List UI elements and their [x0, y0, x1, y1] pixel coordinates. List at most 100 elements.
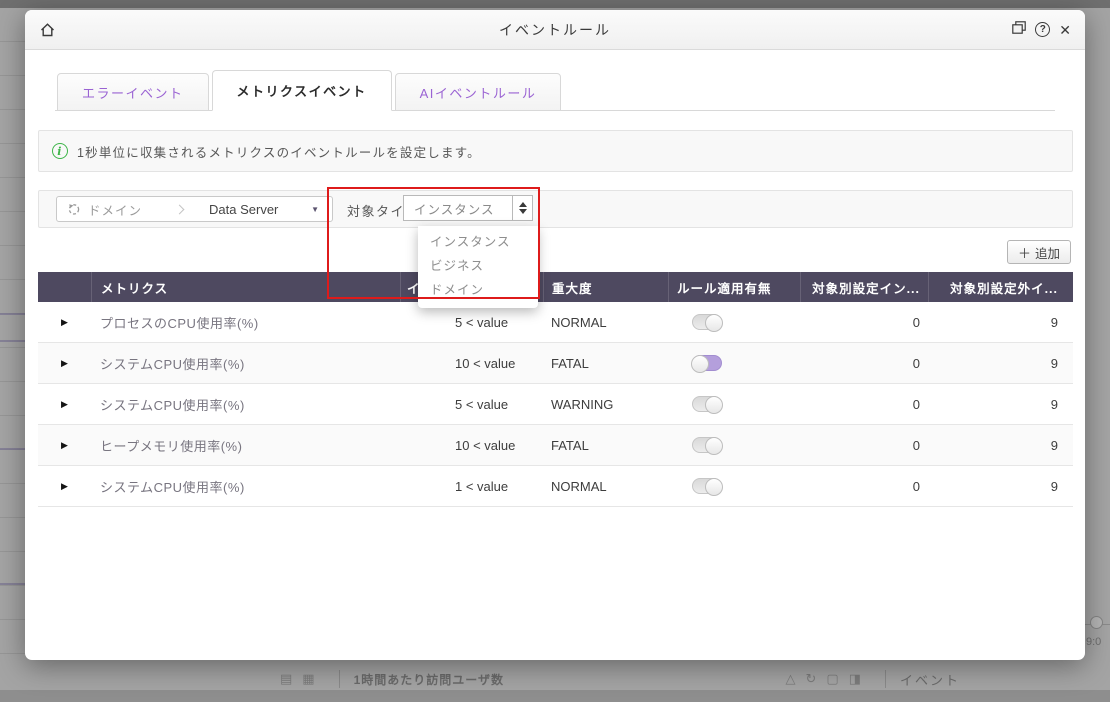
row-expand-icon[interactable]: ▶ [61, 481, 68, 492]
backdrop-event-label: イベント [900, 670, 960, 689]
domain-label: ドメイン [88, 200, 142, 219]
tab-ai-event-rule[interactable]: AIイベントルール [395, 73, 562, 111]
target-type-value: インスタンス [404, 199, 512, 218]
dropdown-option-domain[interactable]: ドメイン [418, 278, 538, 302]
backdrop-chart-line [0, 313, 25, 315]
column-header-target-in: 対象別設定イン... [800, 272, 928, 302]
spinner-up-icon [519, 202, 527, 207]
domain-icon [67, 202, 81, 216]
breadcrumb-chevron-icon [175, 204, 185, 214]
column-header-target-out: 対象別設定外イ... [928, 272, 1073, 302]
divider [885, 670, 886, 688]
target-out-count: 9 [928, 384, 1073, 425]
metric-cell: システムCPU使用率(%) [91, 466, 400, 507]
severity-cell: NORMAL [543, 466, 668, 507]
table-row: ▶ システムCPU使用率(%) 10 < value FATAL 0 9 [38, 343, 1073, 384]
severity-cell: WARNING [543, 384, 668, 425]
metrics-rule-table: メトリクス イベント条件 重大度 ルール適用有無 対象別設定イン... 対象別設… [38, 272, 1073, 507]
divider [339, 670, 340, 688]
rule-enabled-toggle[interactable] [692, 314, 722, 330]
metric-cell: プロセスのCPU使用率(%) [91, 302, 400, 343]
dropdown-option-business[interactable]: ビジネス [418, 254, 538, 278]
table-row: ▶ システムCPU使用率(%) 5 < value WARNING 0 9 [38, 384, 1073, 425]
metric-cell: ヒープメモリ使用率(%) [91, 425, 400, 466]
column-header-expand [38, 272, 91, 302]
add-button[interactable]: ＋ 追加 [1007, 240, 1071, 264]
target-in-count: 0 [800, 302, 928, 343]
target-type-dropdown: インスタンス ビジネス ドメイン [418, 226, 538, 308]
backdrop-toolbar: ▤ ▦ 1時間あたり訪問ユーザ数 △ ↻ ▢ ◨ イベント [0, 668, 1110, 690]
row-expand-icon[interactable]: ▶ [61, 440, 68, 451]
filter-bar: ドメイン Data Server ▼ 対象タイプ [38, 190, 1073, 228]
home-icon[interactable] [39, 22, 56, 38]
rule-enabled-toggle[interactable] [692, 355, 722, 371]
close-icon[interactable]: ✕ [1059, 23, 1071, 37]
bg-toolbar-icon: ▢ [826, 671, 838, 687]
severity-cell: NORMAL [543, 302, 668, 343]
condition-cell: 1 < value [400, 466, 543, 507]
dialog-header: イベントルール ? ✕ [25, 10, 1085, 50]
severity-cell: FATAL [543, 425, 668, 466]
info-icon: i [52, 143, 68, 159]
domain-value: Data Server [209, 202, 278, 217]
backdrop-chart-line [0, 448, 25, 450]
target-in-count: 0 [800, 466, 928, 507]
tab-bar: エラーイベント メトリクスイベント AIイベントルール [57, 70, 564, 111]
help-icon[interactable]: ? [1035, 22, 1050, 37]
event-rule-dialog: イベントルール ? ✕ エラーイベント メトリクスイベント AIイベントルール … [25, 10, 1085, 660]
condition-cell: 5 < value [400, 384, 543, 425]
backdrop-chart-line [0, 340, 25, 342]
metric-cell: システムCPU使用率(%) [91, 343, 400, 384]
target-in-count: 0 [800, 425, 928, 466]
backdrop-top-strip [0, 0, 1110, 8]
backdrop-chart-title: 1時間あたり訪問ユーザ数 [354, 671, 504, 688]
metric-cell: システムCPU使用率(%) [91, 384, 400, 425]
add-button-label: 追加 [1035, 243, 1060, 262]
rule-enabled-toggle[interactable] [692, 478, 722, 494]
plus-icon: ＋ [1018, 243, 1031, 262]
column-header-severity: 重大度 [543, 272, 668, 302]
backdrop-chart-line [0, 583, 25, 585]
target-out-count: 9 [928, 343, 1073, 384]
bg-toolbar-icon: ◨ [849, 671, 861, 687]
bg-toolbar-icon: ↻ [805, 671, 816, 687]
row-expand-icon[interactable]: ▶ [61, 399, 68, 410]
window-restore-icon[interactable] [1012, 21, 1026, 39]
tab-metrics-event[interactable]: メトリクスイベント [212, 70, 392, 111]
table-header: メトリクス イベント条件 重大度 ルール適用有無 対象別設定イン... 対象別設… [38, 272, 1073, 302]
severity-cell: FATAL [543, 343, 668, 384]
row-expand-icon[interactable]: ▶ [61, 358, 68, 369]
rule-enabled-toggle[interactable] [692, 396, 722, 412]
backdrop-time-fragment: 9:0 [1086, 636, 1101, 648]
rule-enabled-toggle[interactable] [692, 437, 722, 453]
target-out-count: 9 [928, 466, 1073, 507]
target-in-count: 0 [800, 343, 928, 384]
dialog-title: イベントルール [25, 20, 1085, 40]
select-spinner-icon [512, 196, 532, 220]
target-out-count: 9 [928, 425, 1073, 466]
backdrop-chart-gridlines [0, 8, 25, 660]
target-in-count: 0 [800, 384, 928, 425]
chevron-down-icon: ▼ [311, 205, 319, 214]
column-header-rule-enabled: ルール適用有無 [668, 272, 800, 302]
condition-cell: 10 < value [400, 343, 543, 384]
target-out-count: 9 [928, 302, 1073, 343]
backdrop-bottom-strip [0, 690, 1110, 702]
spinner-down-icon [519, 209, 527, 214]
domain-selector[interactable]: ドメイン Data Server ▼ [56, 196, 333, 222]
bg-toolbar-icon: △ [785, 671, 795, 687]
row-expand-icon[interactable]: ▶ [61, 317, 68, 328]
table-row: ▶ ヒープメモリ使用率(%) 10 < value FATAL 0 9 [38, 425, 1073, 466]
bg-toolbar-icon: ▦ [302, 671, 314, 687]
table-row: ▶ システムCPU使用率(%) 1 < value NORMAL 0 9 [38, 466, 1073, 507]
dropdown-option-instance[interactable]: インスタンス [418, 230, 538, 254]
bg-toolbar-icon: ▤ [280, 671, 292, 687]
tab-error-event[interactable]: エラーイベント [57, 73, 209, 111]
condition-cell: 10 < value [400, 425, 543, 466]
target-type-select[interactable]: インスタンス [403, 195, 533, 221]
info-message: 1秒単位に収集されるメトリクスのイベントルールを設定します。 [77, 142, 481, 161]
table-row: ▶ プロセスのCPU使用率(%) 5 < value NORMAL 0 9 [38, 302, 1073, 343]
info-banner: i 1秒単位に収集されるメトリクスのイベントルールを設定します。 [38, 130, 1073, 172]
backdrop-slider-knob [1090, 616, 1103, 629]
column-header-metric: メトリクス [91, 272, 400, 302]
